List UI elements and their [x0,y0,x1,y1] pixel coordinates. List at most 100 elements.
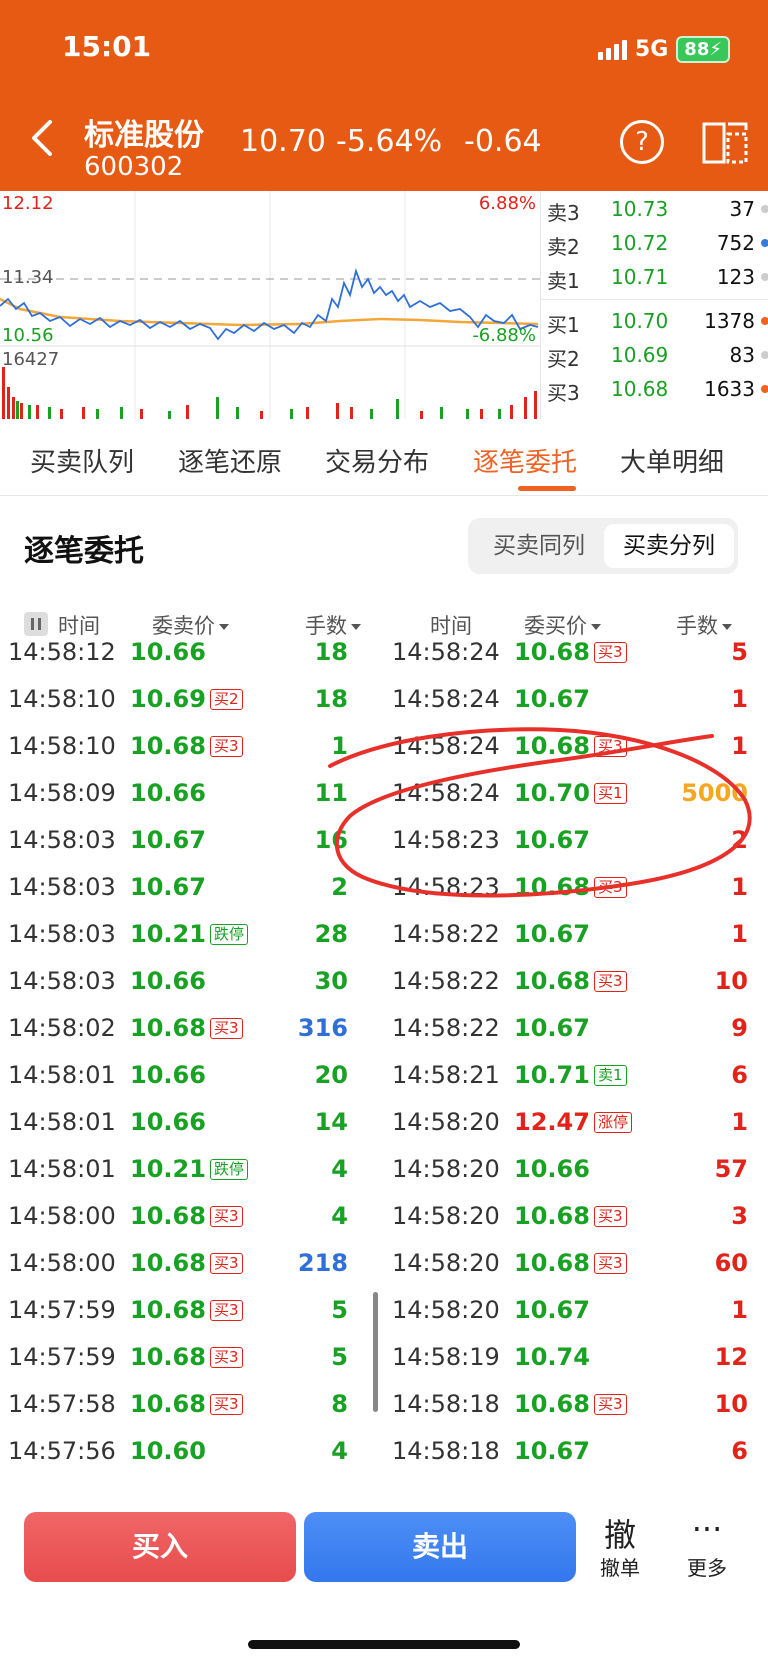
col-sell-price[interactable]: 委卖价 [152,610,229,640]
buy-row[interactable]: 14:58:21 10.71 卖1 6 [392,1061,762,1107]
ob-price: 10.70 [611,309,669,333]
help-icon[interactable]: ? [620,120,664,164]
buy-row[interactable]: 14:58:24 10.68 买3 5 [392,640,762,684]
sell-row[interactable]: 14:58:10 10.69 买2 18 [8,685,378,731]
sell-row[interactable]: 14:58:03 10.67 16 [8,826,378,872]
ask-row[interactable]: 卖3 10.73 37 [547,193,768,225]
row-qty: 1 [731,732,748,760]
sell-row[interactable]: 14:58:00 10.68 买3 4 [8,1202,378,1248]
battery-icon: 88⚡ [676,36,730,63]
row-price: 10.60 [130,1437,206,1465]
sell-row[interactable]: 14:58:03 10.21 跌停 28 [8,920,378,966]
sell-row[interactable]: 14:58:03 10.67 2 [8,873,378,919]
buy-row[interactable]: 14:58:20 10.67 1 [392,1296,762,1342]
tab-large-orders[interactable]: 大单明细 [620,442,724,479]
buy-row[interactable]: 14:58:18 10.68 买3 10 [392,1390,762,1436]
bid-row[interactable]: 买3 10.68 1633 [547,373,768,405]
buy-row[interactable]: 14:58:18 10.67 6 [392,1437,762,1480]
row-badge: 买3 [210,736,243,757]
ob-label: 卖3 [547,201,580,225]
col-sell-time: 时间 [58,614,100,638]
col-buy-price[interactable]: 委买价 [524,610,601,640]
row-price: 10.69 [130,685,206,713]
buy-row[interactable]: 14:58:23 10.68 买3 1 [392,873,762,919]
ask-row[interactable]: 卖1 10.71 123 [547,261,768,293]
col-sell-qty[interactable]: 手数 [305,610,361,640]
order-list[interactable]: 14:58:12 10.66 18 14:58:10 10.69 买2 18 14:58:10… [0,640,768,1480]
sell-row[interactable]: 14:58:09 10.66 11 [8,779,378,825]
row-time: 14:58:12 [8,640,116,666]
row-time: 14:58:01 [8,1061,116,1089]
more-label: 更多 [687,1556,727,1580]
row-qty: 14 [314,1108,348,1136]
switch-screen-icon[interactable] [700,118,750,166]
cancel-order-button[interactable]: 撤 撤单 [585,1510,655,1581]
buy-row[interactable]: 14:58:19 10.74 12 [392,1343,762,1389]
row-badge: 买2 [210,689,243,710]
tab-order-by-order[interactable]: 逐笔委托 [473,442,577,479]
home-indicator[interactable] [248,1640,520,1649]
scrollbar[interactable] [373,1292,378,1412]
row-time: 14:57:56 [8,1437,116,1465]
sell-row[interactable]: 14:58:00 10.68 买3 218 [8,1249,378,1295]
sell-row[interactable]: 14:57:59 10.68 买3 5 [8,1343,378,1389]
bid-row[interactable]: 买2 10.69 83 [547,339,768,371]
sell-row[interactable]: 14:57:56 10.60 4 [8,1437,378,1480]
more-button[interactable]: ··· 更多 [672,1510,742,1581]
row-qty: 16 [314,826,348,854]
buy-row[interactable]: 14:58:22 10.67 9 [392,1014,762,1060]
buy-row[interactable]: 14:58:20 10.66 57 [392,1155,762,1201]
sell-row[interactable]: 14:58:10 10.68 买3 1 [8,732,378,778]
intraday-chart[interactable]: 12.12 6.88% 11.34 10.56 -6.88% 16427 [0,191,540,419]
row-time: 14:58:20 [392,1202,500,1230]
col-buy-qty-label: 手数 [676,614,718,638]
sell-button[interactable]: 卖出 [304,1512,576,1582]
stock-price: 10.70 [240,124,326,159]
buy-row[interactable]: 14:58:22 10.67 1 [392,920,762,966]
view-same-column-button[interactable]: 买卖同列 [474,524,604,568]
bid-row[interactable]: 买1 10.70 1378 [547,305,768,337]
row-price: 12.47 [514,1108,590,1136]
row-badge: 买3 [210,1206,243,1227]
col-buy-qty[interactable]: 手数 [676,610,732,640]
buy-row[interactable]: 14:58:24 10.67 1 [392,685,762,731]
pause-icon[interactable] [24,612,48,636]
row-qty: 4 [331,1437,348,1465]
row-price: 10.67 [514,1014,590,1042]
row-badge: 买3 [210,1300,243,1321]
sell-row[interactable]: 14:58:12 10.66 18 [8,640,378,684]
back-arrow-icon[interactable] [28,118,58,158]
row-qty: 18 [314,685,348,713]
buy-row[interactable]: 14:58:22 10.68 买3 10 [392,967,762,1013]
buy-row[interactable]: 14:58:23 10.67 2 [392,826,762,872]
ask-row[interactable]: 卖2 10.72 752 [547,227,768,259]
buy-button[interactable]: 买入 [24,1512,296,1582]
sell-row[interactable]: 14:58:01 10.21 跌停 4 [8,1155,378,1201]
tab-queue[interactable]: 买卖队列 [30,442,134,479]
buy-row[interactable]: 14:58:24 10.70 买1 5000 [392,779,762,825]
row-time: 14:58:19 [392,1343,500,1371]
ob-price: 10.71 [611,265,669,289]
row-qty: 1 [731,1296,748,1324]
sell-row[interactable]: 14:58:01 10.66 14 [8,1108,378,1154]
sell-row[interactable]: 14:58:02 10.68 买3 316 [8,1014,378,1060]
chart-low: 10.56 [2,325,54,346]
buy-row[interactable]: 14:58:20 10.68 买3 60 [392,1249,762,1295]
tab-restore[interactable]: 逐笔还原 [178,442,282,479]
row-price: 10.68 [514,1249,590,1277]
row-qty: 11 [314,779,348,807]
sell-row[interactable]: 14:57:58 10.68 买3 8 [8,1390,378,1436]
sell-row[interactable]: 14:58:03 10.66 30 [8,967,378,1013]
ob-dot [761,239,768,247]
detail-tabs: 买卖队列 逐笔还原 交易分布 逐笔委托 大单明细 [0,430,768,496]
sell-row[interactable]: 14:57:59 10.68 买3 5 [8,1296,378,1342]
buy-row[interactable]: 14:58:20 12.47 涨停 1 [392,1108,762,1154]
order-book[interactable]: 卖3 10.73 37 卖2 10.72 752 卖1 10.71 123 买1 10.70 137… [540,191,768,419]
sell-row[interactable]: 14:58:01 10.66 20 [8,1061,378,1107]
row-price: 10.68 [130,732,206,760]
buy-row[interactable]: 14:58:24 10.68 买3 1 [392,732,762,778]
tab-distribution[interactable]: 交易分布 [325,442,429,479]
row-price: 10.67 [514,1437,590,1465]
buy-row[interactable]: 14:58:20 10.68 买3 3 [392,1202,762,1248]
view-split-column-button[interactable]: 买卖分列 [604,524,734,568]
